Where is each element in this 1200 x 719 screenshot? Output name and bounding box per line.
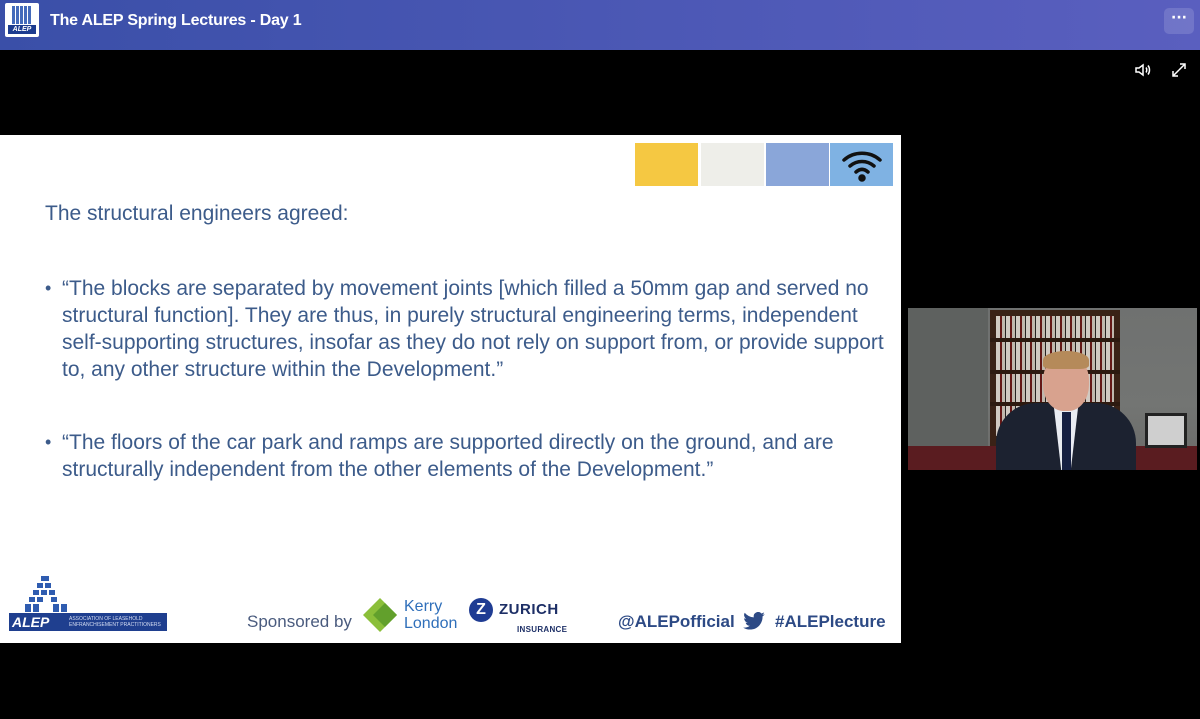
bullet-item: “The blocks are separated by movement jo…	[45, 275, 885, 383]
accent-tile-grey	[701, 143, 764, 186]
event-hashtag: #ALEPlecture	[775, 612, 886, 631]
building-icon	[25, 576, 67, 612]
twitter-icon	[743, 612, 765, 630]
bullet-item: “The floors of the car park and ramps ar…	[45, 429, 885, 483]
zurich-logo-name: ZURICH	[499, 601, 559, 618]
sponsored-label: Sponsored by	[247, 612, 352, 631]
speaker-icon[interactable]	[1134, 61, 1152, 79]
title-bar: ALEP The ALEP Spring Lectures - Day 1 ··…	[0, 0, 1200, 50]
kerry-london-logo-text: Kerry London	[404, 598, 458, 632]
zurich-logo-subtitle: INSURANCE	[517, 625, 568, 634]
bullet-list: “The blocks are separated by movement jo…	[45, 275, 885, 529]
kerry-london-logo-icon	[363, 598, 397, 632]
app-logo-text: ALEP	[8, 25, 36, 34]
event-title: The ALEP Spring Lectures - Day 1	[50, 12, 302, 29]
accent-tile-yellow	[635, 143, 698, 186]
twitter-handle: @ALEPofficial	[618, 612, 735, 631]
zurich-logo-icon: Z	[469, 598, 493, 622]
footer-logo-name: ALEP	[12, 614, 50, 630]
expand-icon[interactable]	[1170, 61, 1188, 79]
accent-tile-light-blue	[830, 143, 893, 186]
alep-logo: ALEP	[5, 3, 39, 37]
presentation-slide: The structural engineers agreed: “The bl…	[0, 135, 901, 643]
picture-frame	[1145, 413, 1187, 448]
logo-building-graphic	[12, 6, 32, 24]
alep-footer-logo: ALEP ASSOCIATION OF LEASEHOLD ENFRANCHIS…	[9, 576, 167, 632]
slide-heading: The structural engineers agreed:	[45, 202, 349, 225]
wifi-icon	[842, 151, 882, 182]
footer-logo-subtitle: ASSOCIATION OF LEASEHOLD ENFRANCHISEMENT…	[69, 616, 161, 628]
accent-tile-blue	[766, 143, 829, 186]
more-options-button[interactable]: ···	[1164, 8, 1194, 34]
speaker-video[interactable]	[908, 308, 1197, 470]
